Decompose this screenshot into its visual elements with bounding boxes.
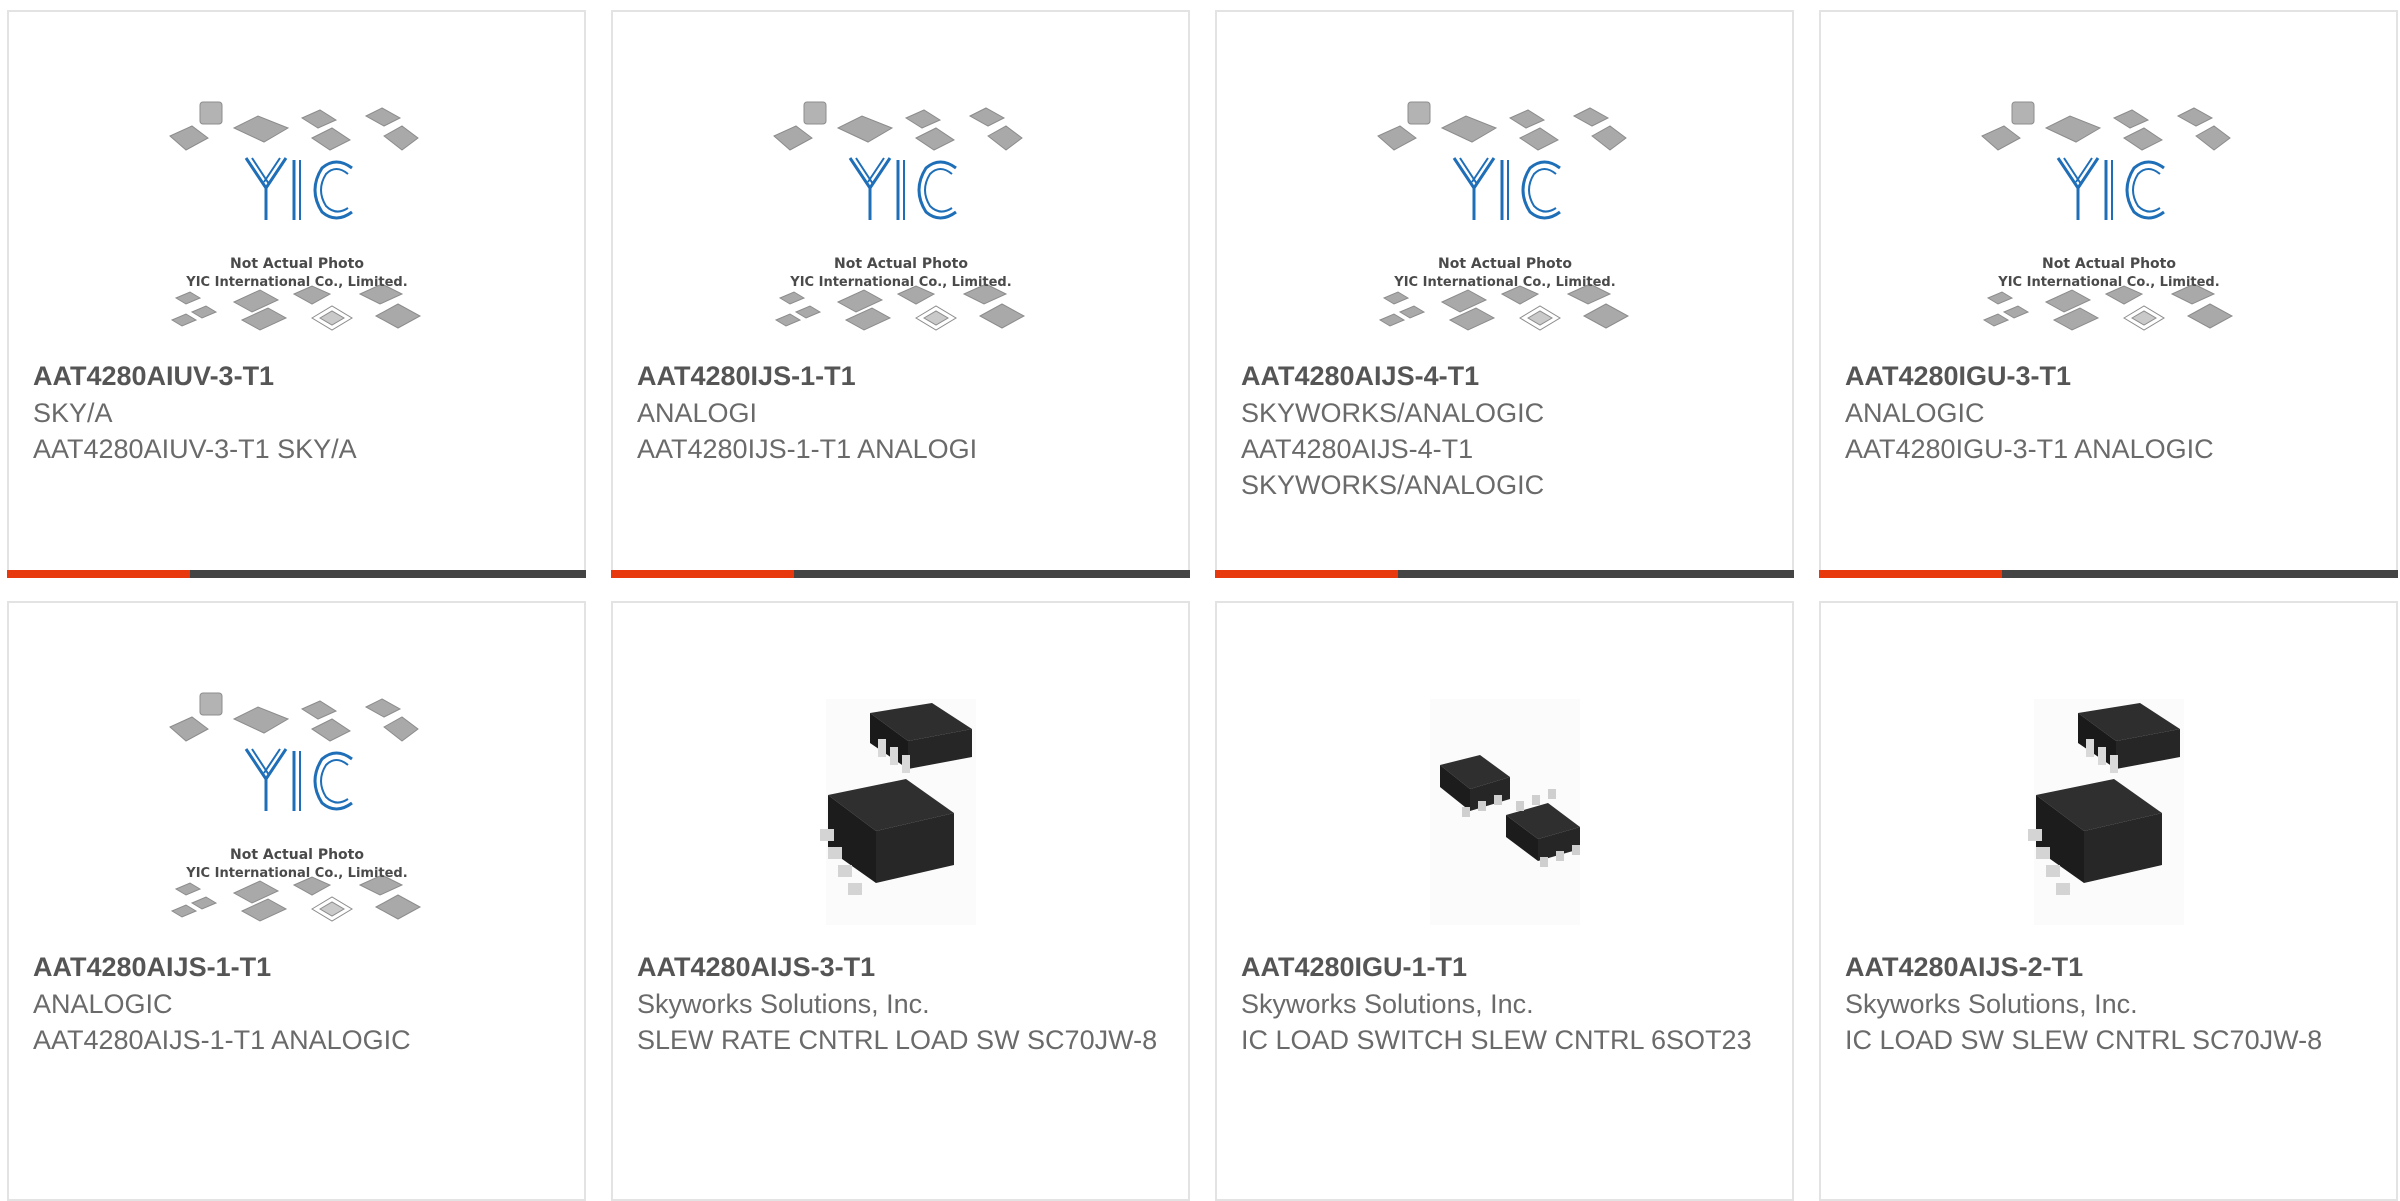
product-image[interactable] [1974,689,2244,935]
manufacturer: ANALOGI [637,398,758,428]
product-card[interactable]: Not Actual Photo YIC International Co., … [1215,10,1794,578]
photo-company: YIC International Co., Limited. [185,866,407,881]
manufacturer: Skyworks Solutions, Inc. [1241,989,1534,1019]
part-number[interactable]: AAT4280AIUV-3-T1 [33,358,564,395]
photo-company: YIC International Co., Limited. [789,275,1011,290]
product-card[interactable]: AAT4280AIJS-3-T1 Skyworks Solutions, Inc… [611,601,1190,1201]
description: AAT4280IGU-3-T1 ANALOGIC [1845,434,2214,464]
description: IC LOAD SW SLEW CNTRL SC70JW-8 [1845,1025,2323,1055]
product-image[interactable]: Not Actual Photo YIC International Co., … [766,98,1036,344]
photo-caption: Not Actual Photo [1438,256,1572,272]
description: AAT4280IJS-1-T1 ANALOGI [637,434,978,464]
product-info: AAT4280AIJS-4-T1 SKYWORKS/ANALOGIC AAT42… [1241,358,1772,503]
product-info: AAT4280IJS-1-T1 ANALOGI AAT4280IJS-1-T1 … [637,358,1168,467]
product-info: AAT4280AIJS-3-T1 Skyworks Solutions, Inc… [637,949,1168,1058]
card-bottom-bar [1819,570,2398,578]
product-image[interactable]: Not Actual Photo YIC International Co., … [1370,98,1640,344]
product-info: AAT4280AIJS-2-T1 Skyworks Solutions, Inc… [1845,949,2376,1058]
manufacturer: SKYWORKS/ANALOGIC [1241,398,1545,428]
photo-caption: Not Actual Photo [834,256,968,272]
photo-company: YIC International Co., Limited. [185,275,407,290]
product-info: AAT4280AIUV-3-T1 SKY/A AAT4280AIUV-3-T1 … [33,358,564,467]
card-bottom-bar [611,570,1190,578]
product-image[interactable]: Not Actual Photo YIC International Co., … [162,98,432,344]
product-image[interactable] [1370,689,1640,935]
photo-caption: Not Actual Photo [2042,256,2176,272]
description: AAT4280AIJS-1-T1 ANALOGIC [33,1025,411,1055]
accent-bar [1215,570,1398,578]
manufacturer: ANALOGIC [1845,398,1985,428]
product-card[interactable]: Not Actual Photo YIC International Co., … [1819,10,2398,578]
photo-caption: Not Actual Photo [230,847,364,863]
manufacturer: SKY/A [33,398,113,428]
description: IC LOAD SWITCH SLEW CNTRL 6SOT23 [1241,1025,1752,1055]
product-info: AAT4280IGU-3-T1 ANALOGIC AAT4280IGU-3-T1… [1845,358,2376,467]
part-number[interactable]: AAT4280AIJS-2-T1 [1845,949,2376,986]
photo-company: YIC International Co., Limited. [1393,275,1615,290]
manufacturer: Skyworks Solutions, Inc. [1845,989,2138,1019]
part-number[interactable]: AAT4280IGU-1-T1 [1241,949,1772,986]
part-number[interactable]: AAT4280AIJS-3-T1 [637,949,1168,986]
part-number[interactable]: AAT4280IGU-3-T1 [1845,358,2376,395]
product-image[interactable]: Not Actual Photo YIC International Co., … [1974,98,2244,344]
accent-bar [611,570,794,578]
part-number[interactable]: AAT4280AIJS-4-T1 [1241,358,1772,395]
product-card[interactable]: Not Actual Photo YIC International Co., … [7,10,586,578]
product-card[interactable]: Not Actual Photo YIC International Co., … [611,10,1190,578]
product-card[interactable]: AAT4280AIJS-2-T1 Skyworks Solutions, Inc… [1819,601,2398,1201]
manufacturer: ANALOGIC [33,989,173,1019]
photo-caption: Not Actual Photo [230,256,364,272]
product-info: AAT4280AIJS-1-T1 ANALOGIC AAT4280AIJS-1-… [33,949,564,1058]
product-card[interactable]: AAT4280IGU-1-T1 Skyworks Solutions, Inc.… [1215,601,1794,1201]
description: SLEW RATE CNTRL LOAD SW SC70JW-8 [637,1025,1158,1055]
product-info: AAT4280IGU-1-T1 Skyworks Solutions, Inc.… [1241,949,1772,1058]
card-bottom-bar [1215,570,1794,578]
photo-company: YIC International Co., Limited. [1997,275,2219,290]
card-bottom-bar [7,570,586,578]
accent-bar [7,570,190,578]
manufacturer: Skyworks Solutions, Inc. [637,989,930,1019]
description: AAT4280AIJS-4-T1 SKYWORKS/ANALOGIC [1241,434,1545,500]
product-image[interactable]: Not Actual Photo YIC International Co., … [162,689,432,935]
product-image[interactable] [766,689,1036,935]
part-number[interactable]: AAT4280AIJS-1-T1 [33,949,564,986]
part-number[interactable]: AAT4280IJS-1-T1 [637,358,1168,395]
product-grid: Not Actual Photo YIC International Co., … [7,10,2400,1201]
product-card[interactable]: Not Actual Photo YIC International Co., … [7,601,586,1201]
description: AAT4280AIUV-3-T1 SKY/A [33,434,357,464]
accent-bar [1819,570,2002,578]
